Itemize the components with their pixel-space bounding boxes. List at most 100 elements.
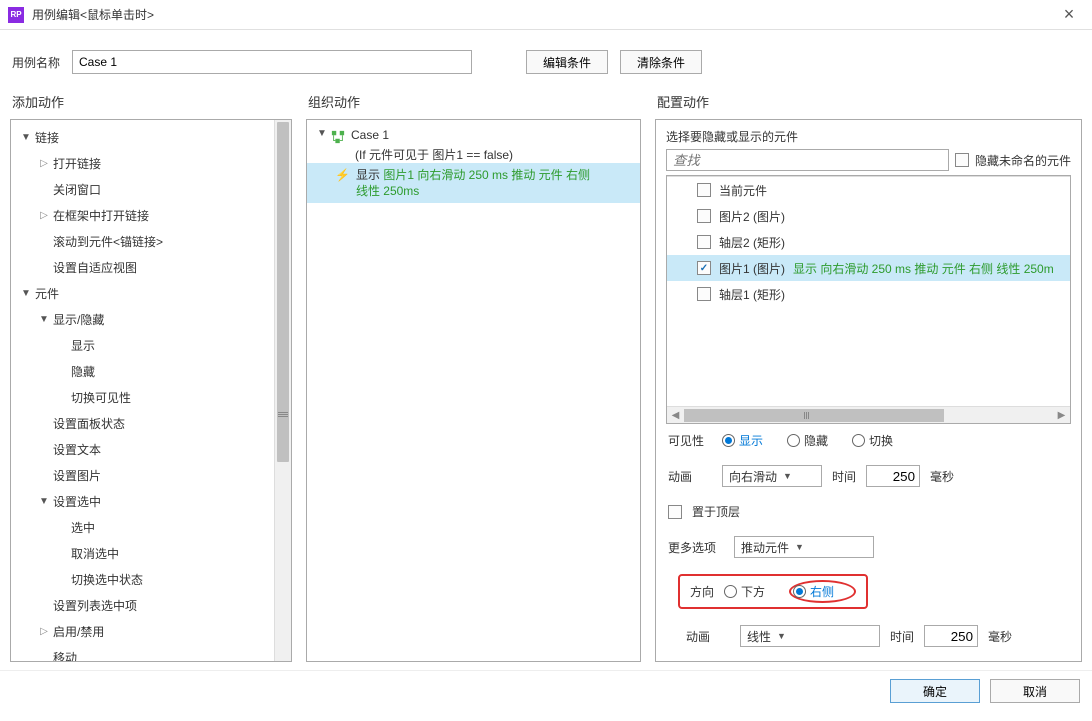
tree-expand-icon[interactable] — [39, 626, 49, 637]
anim-combo[interactable]: 向右滑动▼ — [722, 465, 822, 487]
tree-item-label: 设置自适应视图 — [53, 259, 137, 276]
close-button[interactable]: × — [1054, 4, 1084, 25]
widget-row[interactable]: 图片2 (图片) — [667, 203, 1070, 229]
tree-item-label: 设置面板状态 — [53, 415, 125, 432]
tree-item-label: 显示/隐藏 — [53, 311, 104, 328]
tree-item[interactable]: 元件 — [11, 280, 274, 306]
tree-item[interactable]: 启用/禁用 — [11, 618, 274, 644]
tree-item[interactable]: 在框架中打开链接 — [11, 202, 274, 228]
tree-expand-icon[interactable] — [39, 210, 49, 221]
tree-expand-icon[interactable] — [21, 288, 31, 299]
case-expand-icon[interactable] — [317, 128, 327, 139]
time-label: 时间 — [832, 468, 856, 485]
widget-checkbox[interactable] — [697, 209, 711, 223]
tree-item[interactable]: 隐藏 — [11, 358, 274, 384]
tree-expand-icon[interactable] — [21, 132, 31, 143]
action-bolt-icon: ⚡ — [335, 168, 350, 182]
tree-item-label: 元件 — [35, 285, 59, 302]
action-tree[interactable]: 链接打开链接关闭窗口在框架中打开链接滚动到元件<锚链接> 设置自适应视图元件显示/… — [11, 120, 274, 661]
chevron-down-icon: ▼ — [795, 542, 804, 552]
anim2-combo[interactable]: 线性▼ — [740, 625, 880, 647]
app-icon: RP — [8, 7, 24, 23]
tree-item[interactable]: 设置面板状态 — [11, 410, 274, 436]
tree-item[interactable]: 打开链接 — [11, 150, 274, 176]
ok-button[interactable]: 确定 — [890, 679, 980, 703]
case-name-input[interactable] — [72, 50, 472, 74]
cancel-button[interactable]: 取消 — [990, 679, 1080, 703]
time-input[interactable] — [866, 465, 920, 487]
tree-item[interactable]: 切换选中状态 — [11, 566, 274, 592]
widget-row[interactable]: 轴层2 (矩形) — [667, 229, 1070, 255]
add-action-header: 添加动作 — [10, 88, 292, 119]
tree-expand-icon[interactable] — [39, 158, 49, 169]
widget-row[interactable]: 当前元件 — [667, 177, 1070, 203]
time2-label: 时间 — [890, 628, 914, 645]
organize-action-header: 组织动作 — [306, 88, 641, 119]
tree-expand-icon[interactable] — [39, 314, 49, 325]
chevron-down-icon: ▼ — [777, 631, 786, 641]
scroll-right-icon[interactable]: ▶ — [1053, 410, 1070, 421]
tree-item[interactable]: 滚动到元件<锚链接> — [11, 228, 274, 254]
tree-item-label: 切换选中状态 — [71, 571, 143, 588]
widget-label: 图片2 (图片) — [719, 208, 785, 225]
tree-item[interactable]: 移动 — [11, 644, 274, 661]
visibility-hide-radio[interactable]: 隐藏 — [787, 432, 828, 449]
widget-row[interactable]: 图片1 (图片) 显示 向右滑动 250 ms 推动 元件 右侧 线性 250m — [667, 255, 1070, 281]
tree-item[interactable]: 设置图片 — [11, 462, 274, 488]
edit-condition-button[interactable]: 编辑条件 — [526, 50, 608, 74]
visibility-label: 可见性 — [668, 432, 712, 449]
widget-label: 当前元件 — [719, 182, 767, 199]
tree-item-label: 设置图片 — [53, 467, 101, 484]
tree-item[interactable]: 设置自适应视图 — [11, 254, 274, 280]
tree-expand-icon[interactable] — [39, 496, 49, 507]
tree-item-label: 切换可见性 — [71, 389, 131, 406]
clear-condition-button[interactable]: 清除条件 — [620, 50, 702, 74]
tree-item[interactable]: 取消选中 — [11, 540, 274, 566]
case-condition-text: (If 元件可见于 图片1 == false) — [307, 146, 640, 163]
tree-item-label: 设置列表选中项 — [53, 597, 137, 614]
tree-item[interactable]: 显示/隐藏 — [11, 306, 274, 332]
tree-item-label: 移动 — [53, 649, 77, 662]
tree-item-label: 显示 — [71, 337, 95, 354]
direction-right-radio[interactable]: 右侧 — [793, 583, 834, 600]
action-prefix: 显示 — [356, 168, 380, 182]
case-icon — [331, 130, 345, 144]
tree-item[interactable]: 选中 — [11, 514, 274, 540]
widget-search-input[interactable] — [666, 149, 949, 171]
tree-item[interactable]: 显示 — [11, 332, 274, 358]
case-name-row: 用例名称 编辑条件 清除条件 — [0, 30, 1092, 88]
time2-input[interactable] — [924, 625, 978, 647]
widget-checkbox[interactable] — [697, 183, 711, 197]
hide-unnamed-checkbox[interactable] — [955, 153, 969, 167]
tree-item[interactable]: 关闭窗口 — [11, 176, 274, 202]
widget-hscrollbar[interactable]: ◀ ▶ — [667, 406, 1070, 423]
tree-item[interactable]: 链接 — [11, 124, 274, 150]
widget-checkbox[interactable] — [697, 287, 711, 301]
tree-item[interactable]: 设置列表选中项 — [11, 592, 274, 618]
widget-row[interactable]: 轴层1 (矩形) — [667, 281, 1070, 307]
more-options-combo[interactable]: 推动元件▼ — [734, 536, 874, 558]
visibility-toggle-radio[interactable]: 切换 — [852, 432, 893, 449]
tree-item[interactable]: 设置选中 — [11, 488, 274, 514]
more-options-label: 更多选项 — [668, 539, 724, 556]
hide-unnamed-label: 隐藏未命名的元件 — [975, 152, 1071, 169]
widget-label: 轴层2 (矩形) — [719, 234, 785, 251]
tree-item-label: 在框架中打开链接 — [53, 207, 149, 224]
tree-item-label: 设置选中 — [53, 493, 101, 510]
bring-to-front-checkbox[interactable] — [668, 505, 682, 519]
widget-checkbox[interactable] — [697, 261, 711, 275]
widget-checkbox[interactable] — [697, 235, 711, 249]
action-detail-1: 图片1 向右滑动 250 ms 推动 元件 右侧 — [383, 168, 590, 182]
tree-item-label: 链接 — [35, 129, 59, 146]
select-widget-label: 选择要隐藏或显示的元件 — [666, 128, 1071, 145]
case-name-text[interactable]: Case 1 — [351, 128, 389, 142]
widget-list[interactable]: 当前元件图片2 (图片) 轴层2 (矩形) 图片1 (图片) 显示 向右滑动 250… — [667, 176, 1070, 406]
direction-down-radio[interactable]: 下方 — [724, 583, 765, 600]
case-action-row[interactable]: ⚡ 显示 图片1 向右滑动 250 ms 推动 元件 右侧 线性 250ms — [307, 163, 640, 203]
visibility-show-radio[interactable]: 显示 — [722, 432, 763, 449]
tree-item[interactable]: 切换可见性 — [11, 384, 274, 410]
tree-scrollbar[interactable] — [274, 120, 291, 661]
scroll-left-icon[interactable]: ◀ — [667, 410, 684, 421]
anim2-label: 动画 — [686, 628, 730, 645]
tree-item[interactable]: 设置文本 — [11, 436, 274, 462]
